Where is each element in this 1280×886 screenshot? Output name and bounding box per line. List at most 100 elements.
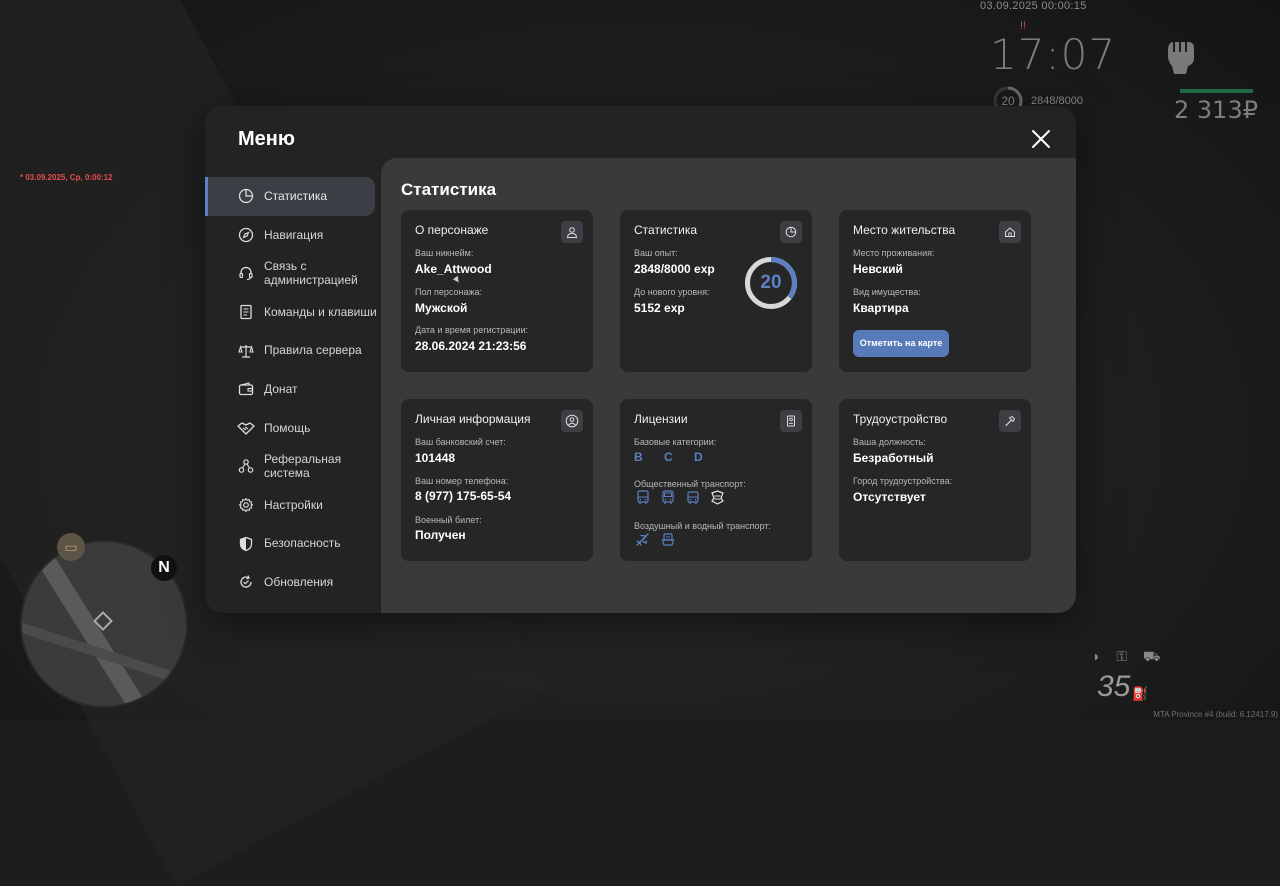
sidebar-item-label: Связь с администрацией [264,258,358,288]
hud-red-timestamp: * 03.09.2025, Ср, 0:00:12 [20,173,113,182]
fist-icon [1168,42,1194,74]
minimap-road [25,542,157,706]
next-level-value: 5152 exp [634,301,685,315]
bus-icon [634,489,651,506]
base-categories-value: B C D [634,450,712,464]
sidebar-item-security[interactable]: Безопасность [205,524,381,563]
level-value: 20 [760,272,782,293]
sidebar-item-help[interactable]: Помощь [205,409,381,448]
home-icon [999,221,1021,243]
close-icon [1032,130,1050,148]
sidebar-item-contact-admin[interactable]: Связь с администрацией [205,254,381,293]
close-button[interactable] [1030,128,1052,150]
card-title: Личная информация [415,412,531,426]
card-employment: Трудоустройство Ваша должность: Безработ… [839,399,1031,561]
hud-speed: 35 [1097,670,1131,703]
military-label: Военный билет: [415,515,482,525]
phone-value: 8 (977) 175-65-54 [415,489,512,503]
sidebar-item-label: Настройки [264,497,323,512]
bus-marker-icon: ▭ [57,533,85,561]
military-value: Получен [415,528,466,542]
nickname-value: Ake_Attwood [415,262,492,276]
mark-on-map-button[interactable]: Отметить на карте [853,330,949,357]
air-water-transport-icons [634,531,676,548]
card-residence: Место жительства Место проживания: Невск… [839,210,1031,372]
card-character: О персонаже Ваш никнейм: Ake_Attwood Пол… [401,210,593,372]
sidebar-item-rules[interactable]: Правила сервера [205,331,381,370]
license-icon [780,410,802,432]
north-indicator-icon: N [151,555,177,581]
exp-value: 2848/8000 exp [634,262,715,276]
network-icon [237,457,255,475]
wallet-icon [237,380,255,398]
employment-city-label: Город трудоустройства: [853,476,953,486]
public-transport-label: Общественный транспорт: [634,479,746,489]
page-title: Статистика [401,180,497,199]
user-icon [561,221,583,243]
hud-clock: 17:07 [990,30,1117,79]
sidebar-item-label: Безопасность [264,536,341,551]
bank-label: Ваш банковский счет: [415,437,506,447]
user-circle-icon [561,410,583,432]
pie-chart-icon [237,187,255,205]
nickname-label: Ваш никнейм: [415,248,474,258]
sidebar-item-settings[interactable]: Настройки [205,486,381,525]
sidebar-item-statistics[interactable]: Статистика [205,177,375,216]
build-info: MTA Province #4 (build: 6.12417.9) [1153,710,1278,719]
card-personal-info: Личная информация Ваш банковский счет: 1… [401,399,593,561]
hud-money: 2 313₽ [1174,96,1258,124]
hud-date: 03.09.2025 00:00:15 [980,0,1087,12]
card-title: Лицензии [634,412,688,426]
headset-icon [237,264,255,282]
minimap-road [22,621,186,693]
content-panel: Статистика О персонаже Ваш никнейм: Ake_… [381,158,1076,613]
airplane-icon [634,531,651,548]
card-statistics: Статистика Ваш опыт: 2848/8000 exp До но… [620,210,812,372]
residence-value: Невский [853,262,903,276]
sidebar-item-label: Навигация [264,227,324,242]
vehicle-status-icons: ◗ ⚿ ⛟ [1092,648,1167,664]
sidebar-item-label: Команды и клавиши [264,304,377,319]
handshake-icon [237,419,255,437]
card-title: Место жительства [853,223,956,237]
tram-icon [709,489,726,506]
sidebar-item-referral[interactable]: Реферальная система [205,447,381,486]
shield-icon [237,535,255,553]
position-label: Ваша должность: [853,437,926,447]
sidebar-item-label: Правила сервера [264,343,362,358]
registration-value: 28.06.2024 21:23:56 [415,339,527,353]
scales-icon [237,342,255,360]
registration-label: Дата и время регистрации: [415,325,528,335]
trolleybus-icon [684,489,701,506]
employment-city-value: Отсутствует [853,490,926,504]
hud-health-bar [1180,89,1253,93]
coach-icon [659,489,676,506]
card-licenses: Лицензии Базовые категории: B C D Общест… [620,399,812,561]
fuel-icon: ⛽ [1132,686,1149,701]
sidebar-item-label: Обновления [264,574,334,589]
card-title: Статистика [634,223,698,237]
pie-chart-icon [780,221,802,243]
sidebar-item-label: Донат [264,382,298,397]
sidebar: Статистика Навигация Связь с администрац… [205,177,381,602]
menu-title: Меню [238,128,295,150]
air-water-transport-label: Воздушный и водный транспорт: [634,521,771,531]
sidebar-item-label: Статистика [264,189,328,204]
sidebar-item-updates[interactable]: Обновления [205,563,381,602]
card-title: Трудоустройство [853,412,948,426]
sidebar-item-label: Помощь [264,420,311,435]
sidebar-item-donate[interactable]: Донат [205,370,381,409]
public-transport-icons [634,489,726,506]
gear-icon [237,496,255,514]
base-categories-label: Базовые категории: [634,437,717,447]
next-level-label: До нового уровня: [634,287,710,297]
residence-label: Место проживания: [853,248,935,258]
menu-window: Меню Статистика Навигация Связь с админи… [205,106,1076,613]
sidebar-item-navigation[interactable]: Навигация [205,216,381,255]
boat-icon [659,531,676,548]
gender-value: Мужской [415,301,468,315]
hammer-icon [999,410,1021,432]
sidebar-item-commands[interactable]: Команды и клавиши [205,293,381,332]
property-value: Квартира [853,301,909,315]
property-label: Вид имущества: [853,287,921,297]
